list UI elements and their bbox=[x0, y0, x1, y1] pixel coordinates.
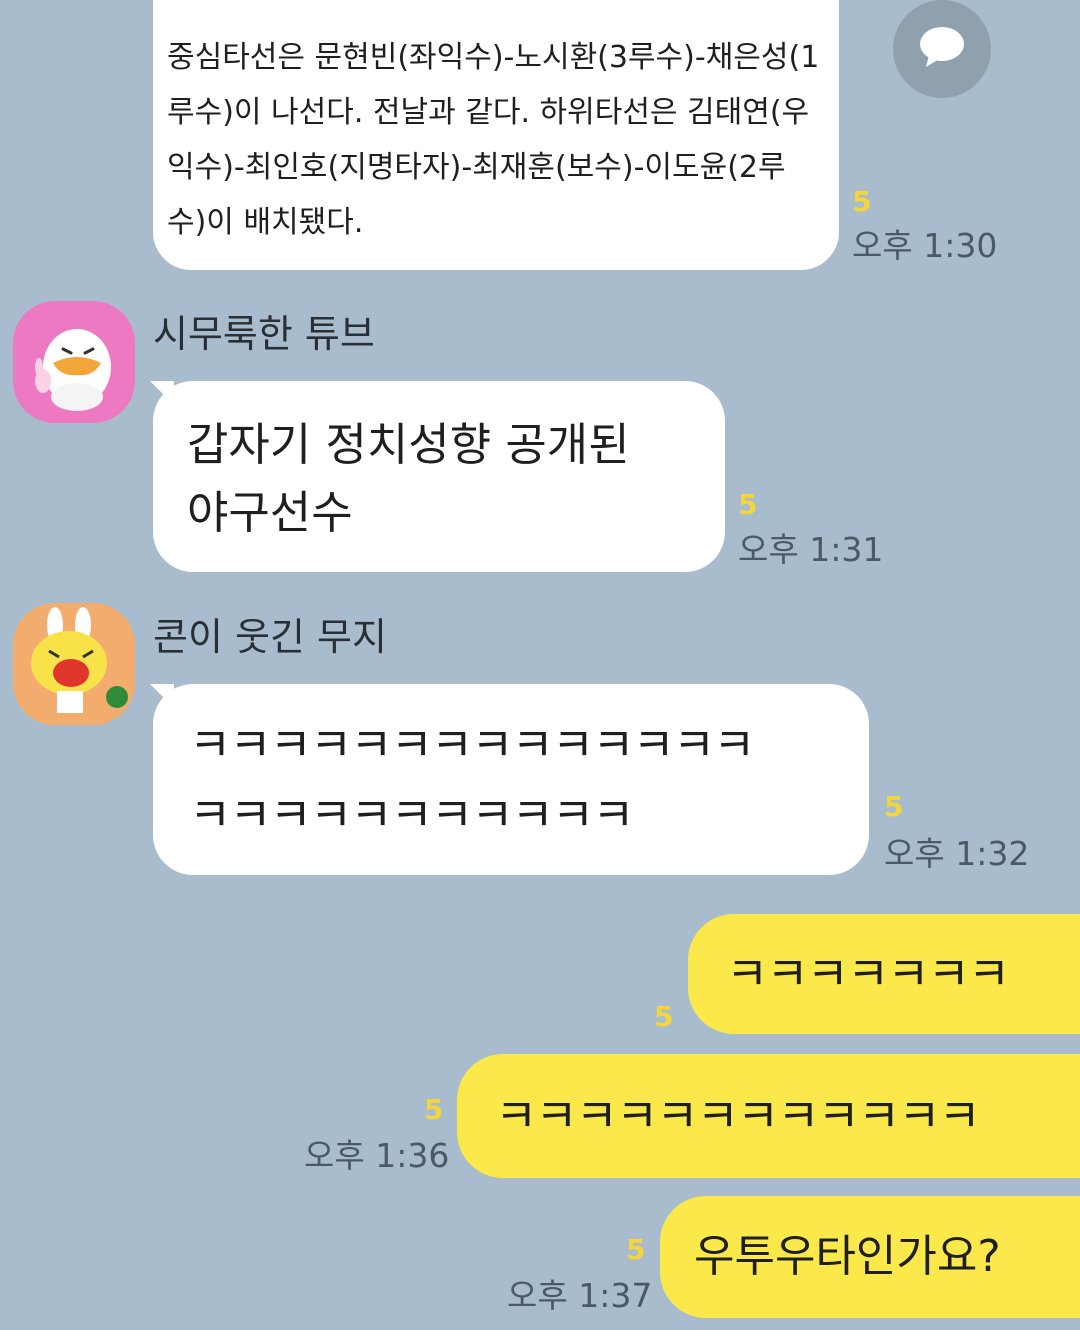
unread-count: 5 bbox=[424, 1093, 444, 1126]
speech-bubble-icon bbox=[920, 27, 964, 67]
message-bubble[interactable]: 갑자기 정치성향 공개된 야구선수 bbox=[153, 381, 725, 572]
message-timestamp: 오후 1:36 bbox=[304, 1136, 450, 1175]
muzi-laughing-avatar bbox=[31, 607, 128, 713]
share-button[interactable] bbox=[893, 0, 991, 98]
message-bubble[interactable]: ㅋㅋㅋㅋㅋㅋㅋㅋㅋㅋㅋㅋㅋㅋ ㅋㅋㅋㅋㅋㅋㅋㅋㅋㅋㅋ bbox=[153, 684, 869, 875]
unread-count: 5 bbox=[884, 790, 904, 823]
message-timestamp: 오후 1:37 bbox=[507, 1276, 653, 1315]
unread-count: 5 bbox=[738, 488, 758, 521]
unread-count: 5 bbox=[626, 1233, 646, 1266]
tube-duck-avatar bbox=[35, 329, 111, 411]
message-bubble[interactable]: ㅋㅋㅋㅋㅋㅋㅋ bbox=[688, 914, 1080, 1034]
unread-count: 5 bbox=[852, 185, 872, 218]
message-timestamp: 오후 1:32 bbox=[884, 834, 1030, 873]
sender-avatar[interactable] bbox=[13, 301, 135, 423]
message-bubble[interactable]: 중심타선은 문현빈(좌익수)-노시환(3루수)-채은성(1 루수)이 나선다. … bbox=[153, 0, 839, 270]
message-bubble[interactable]: ㅋㅋㅋㅋㅋㅋㅋㅋㅋㅋㅋㅋ bbox=[457, 1054, 1080, 1178]
unread-count: 5 bbox=[654, 1000, 674, 1033]
sender-avatar[interactable] bbox=[13, 603, 135, 725]
message-bubble[interactable]: 우투우타인가요? bbox=[660, 1196, 1080, 1318]
message-timestamp: 오후 1:31 bbox=[738, 530, 884, 569]
sender-name: 시무룩한 튜브 bbox=[153, 312, 375, 356]
sender-name: 콘이 웃긴 무지 bbox=[153, 615, 387, 659]
message-timestamp: 오후 1:30 bbox=[852, 226, 998, 265]
